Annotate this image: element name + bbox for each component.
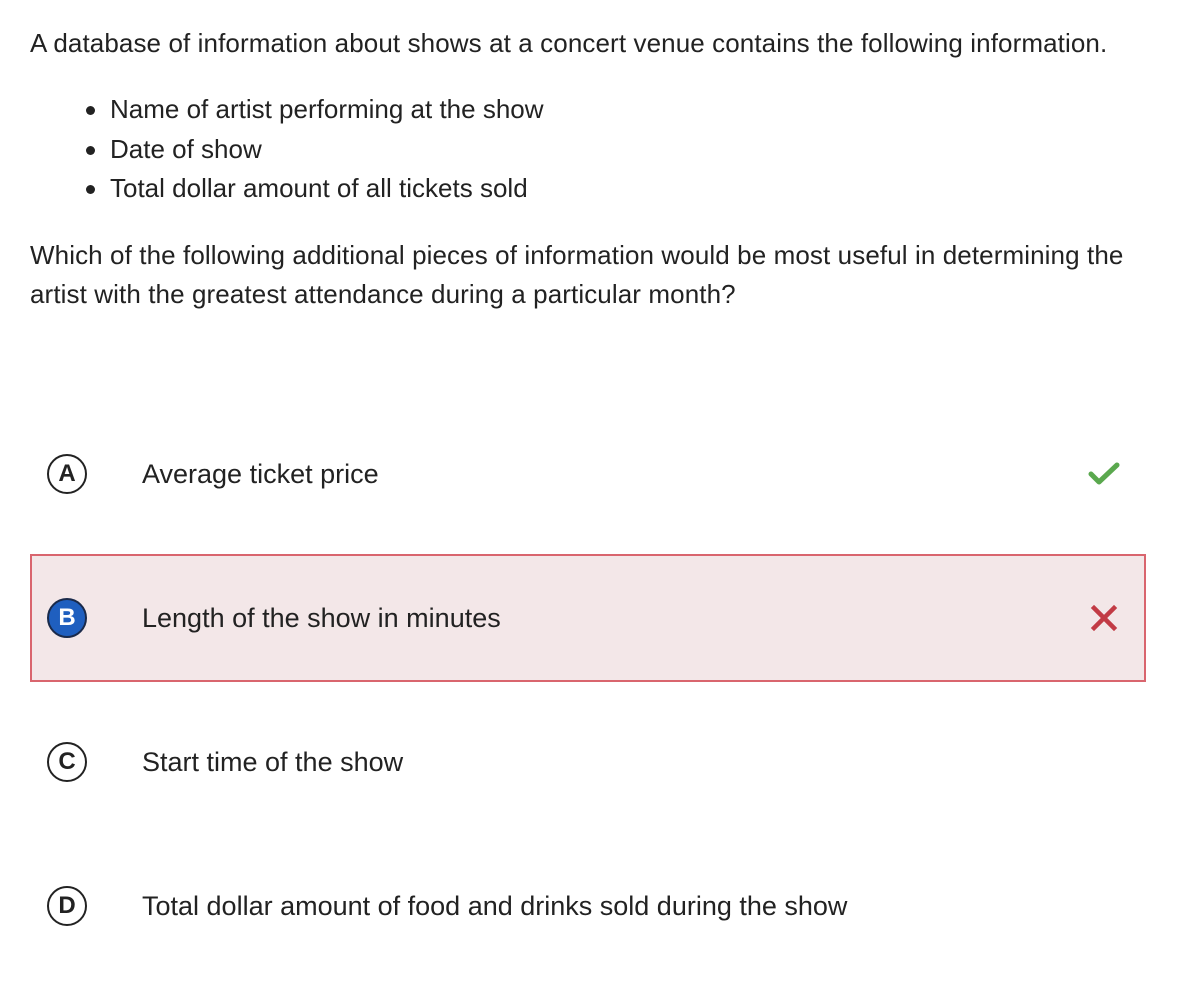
info-list-item: Name of artist performing at the show [86,90,1146,130]
bullet-dot-icon [86,185,95,194]
checkmark-icon [1088,462,1120,485]
x-mark-icon [1090,604,1118,632]
info-list-item: Date of show [86,130,1146,170]
choice-text: Start time of the show [142,747,404,777]
question-intro: A database of information about shows at… [30,28,1108,58]
choice-letter-badge: B [47,598,87,638]
choice-text: Length of the show in minutes [142,603,501,633]
question-stem: A database of information about shows at… [30,24,1146,314]
choice-text: Average ticket price [142,459,379,489]
choice-b[interactable]: B Length of the show in minutes [30,554,1146,682]
choice-c[interactable]: C Start time of the show [30,698,1146,826]
bullet-dot-icon [86,106,95,115]
choice-letter-badge: C [47,742,87,782]
info-list-item: Total dollar amount of all tickets sold [86,169,1146,209]
choice-d[interactable]: D Total dollar amount of food and drinks… [30,842,1146,970]
bullet-dot-icon [86,145,95,155]
question-prompt: Which of the following additional pieces… [30,239,1124,309]
choice-letter-badge: D [47,886,87,926]
choice-a[interactable]: A Average ticket price [30,410,1146,538]
info-list: Name of artist performing at the show Da… [30,90,1146,209]
choice-letter-badge: A [47,454,87,494]
choice-text: Total dollar amount of food and drinks s… [142,891,848,921]
